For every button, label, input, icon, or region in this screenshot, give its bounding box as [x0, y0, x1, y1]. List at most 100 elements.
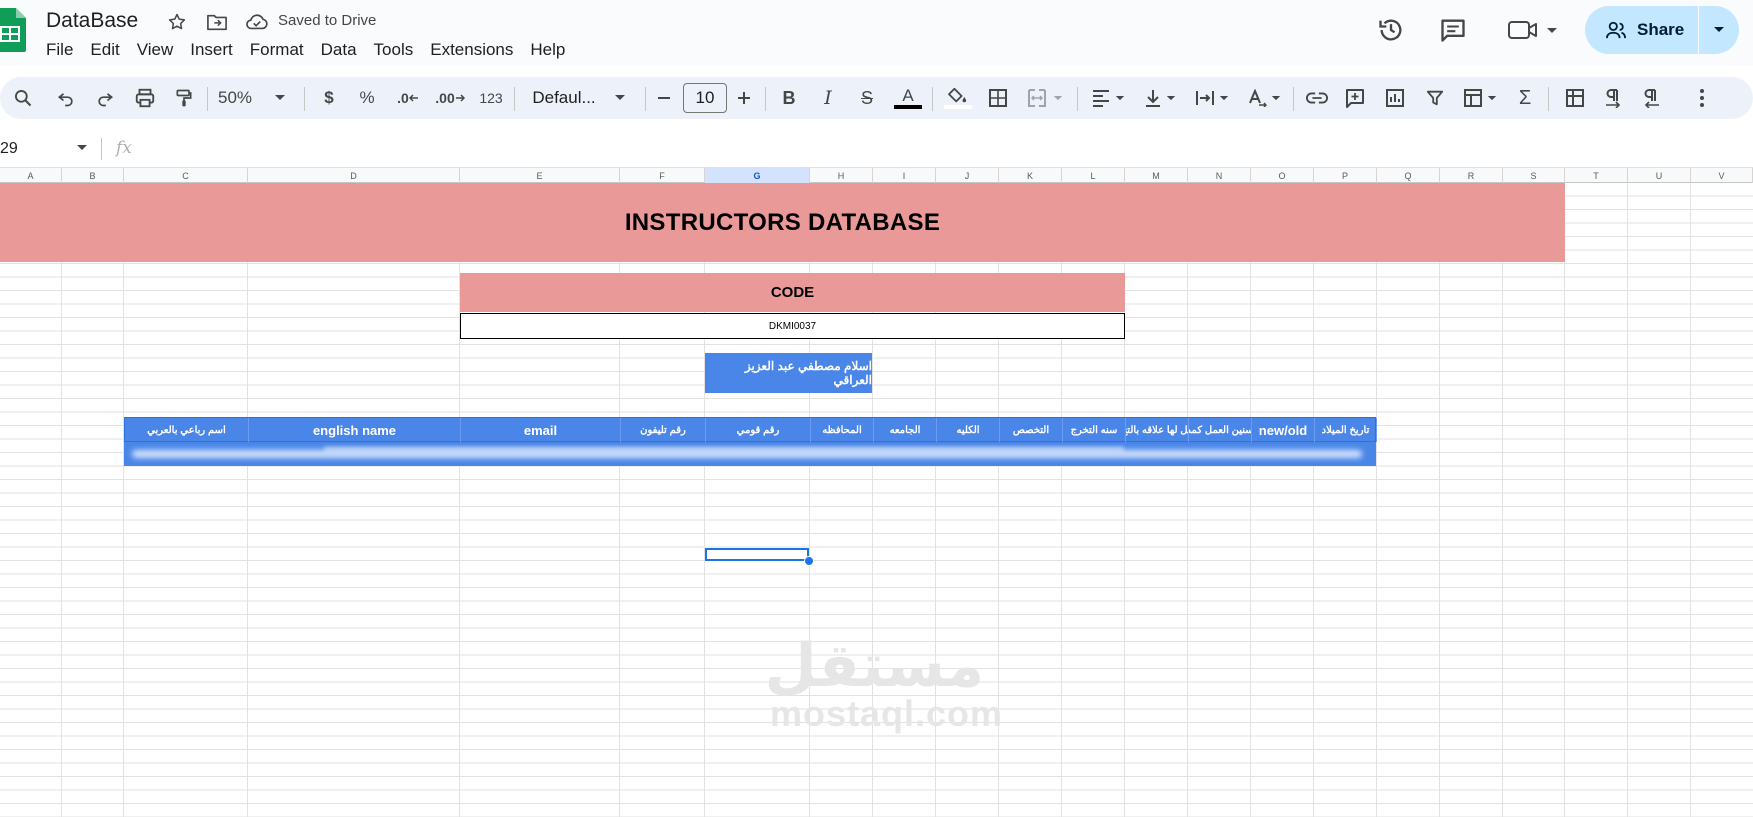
filter-icon[interactable]: [1420, 77, 1450, 119]
chevron-down-icon[interactable]: [76, 144, 88, 152]
column-header-f[interactable]: F: [620, 168, 705, 183]
selected-cell[interactable]: [705, 548, 809, 561]
menu-insert[interactable]: Insert: [190, 38, 242, 62]
title-banner[interactable]: INSTRUCTORS DATABASE: [0, 183, 1565, 262]
freeze-icon[interactable]: [1560, 77, 1590, 119]
decrease-decimal-button[interactable]: .0: [392, 77, 424, 119]
menu-edit[interactable]: Edit: [90, 38, 128, 62]
menu-view[interactable]: View: [137, 38, 183, 62]
column-header-b[interactable]: B: [62, 168, 124, 183]
decrease-font-size-icon[interactable]: [651, 77, 677, 119]
share-button[interactable]: Share: [1585, 6, 1739, 54]
print-icon[interactable]: [130, 77, 160, 119]
column-header-c[interactable]: C: [124, 168, 248, 183]
cloud-saved-icon[interactable]: [245, 10, 269, 34]
column-header-j[interactable]: J: [936, 168, 999, 183]
name-box[interactable]: 29: [0, 140, 18, 158]
column-header-a[interactable]: A: [0, 168, 62, 183]
code-header-cell[interactable]: CODE: [460, 273, 1125, 312]
menu-help[interactable]: Help: [530, 38, 574, 62]
undo-icon[interactable]: [52, 77, 80, 119]
column-header-v[interactable]: V: [1691, 168, 1753, 183]
column-header-p[interactable]: P: [1314, 168, 1377, 183]
instructor-name-cell[interactable]: اسلام مصطفي عبد العزيز العراقي: [705, 353, 872, 393]
menu-extensions[interactable]: Extensions: [430, 38, 522, 62]
table-header-cell[interactable]: new/old: [1252, 418, 1315, 442]
table-header-cell[interactable]: الكليه: [937, 418, 1000, 442]
insert-comment-icon[interactable]: [1340, 77, 1370, 119]
insert-link-icon[interactable]: [1302, 77, 1332, 119]
bold-button[interactable]: B: [775, 77, 803, 119]
fill-color-button[interactable]: [942, 77, 974, 119]
vertical-align-icon[interactable]: [1138, 77, 1182, 119]
column-header-l[interactable]: L: [1062, 168, 1125, 183]
column-header-t[interactable]: T: [1565, 168, 1628, 183]
table-header-cell[interactable]: اسم رباعي بالعربي: [125, 418, 249, 442]
table-header-cell[interactable]: رقم قومي: [706, 418, 811, 442]
rtl-paragraph-icon[interactable]: [1637, 77, 1667, 119]
text-color-button[interactable]: A: [892, 77, 924, 119]
column-header-i[interactable]: I: [873, 168, 936, 183]
more-formats-button[interactable]: 123: [474, 77, 508, 119]
text-rotation-icon[interactable]: [1242, 77, 1286, 119]
borders-icon[interactable]: [983, 77, 1013, 119]
font-size-input[interactable]: 10: [683, 83, 727, 113]
table-header-cell[interactable]: email: [461, 418, 621, 442]
menu-tools[interactable]: Tools: [374, 38, 423, 62]
column-header-o[interactable]: O: [1251, 168, 1314, 183]
strikethrough-button[interactable]: S: [853, 77, 881, 119]
comments-icon[interactable]: [1437, 14, 1469, 46]
menu-data[interactable]: Data: [321, 38, 366, 62]
functions-button[interactable]: Σ: [1510, 77, 1540, 119]
font-family-select[interactable]: Defaul...: [525, 77, 633, 119]
menu-format[interactable]: Format: [250, 38, 313, 62]
table-header-cell[interactable]: english name: [249, 418, 461, 442]
column-header-d[interactable]: D: [248, 168, 460, 183]
redo-icon[interactable]: [91, 77, 119, 119]
star-icon[interactable]: [165, 10, 189, 34]
share-dropdown[interactable]: [1699, 6, 1739, 54]
column-header-r[interactable]: R: [1440, 168, 1503, 183]
table-header-cell[interactable]: سنين العمل كمد: [1189, 418, 1252, 442]
merge-cells-icon[interactable]: [1022, 77, 1068, 119]
column-header-q[interactable]: Q: [1377, 168, 1440, 183]
table-header-cell[interactable]: تاريخ الميلاد: [1315, 418, 1377, 442]
horizontal-align-icon[interactable]: [1086, 77, 1130, 119]
column-header-m[interactable]: M: [1125, 168, 1188, 183]
column-header-k[interactable]: K: [999, 168, 1062, 183]
table-row-redacted[interactable]: [124, 442, 1376, 466]
more-options-icon[interactable]: [1688, 77, 1716, 119]
column-header-h[interactable]: H: [810, 168, 873, 183]
percent-format-button[interactable]: %: [352, 77, 382, 119]
table-header-cell[interactable]: هل لها علاقه بالتخ: [1126, 418, 1189, 442]
document-title[interactable]: DataBase: [46, 9, 138, 33]
table-header-cell[interactable]: المحافظه: [811, 418, 874, 442]
meet-video-icon[interactable]: [1505, 14, 1561, 46]
column-header-n[interactable]: N: [1188, 168, 1251, 183]
currency-format-button[interactable]: $: [314, 77, 344, 119]
sheet-grid[interactable]: INSTRUCTORS DATABASE CODE DKMI0037 اسلام…: [0, 183, 1753, 817]
version-history-icon[interactable]: [1375, 14, 1407, 46]
table-header-cell[interactable]: الجامعه: [874, 418, 937, 442]
paint-format-icon[interactable]: [170, 77, 198, 119]
ltr-paragraph-icon[interactable]: [1598, 77, 1628, 119]
move-folder-icon[interactable]: [205, 10, 229, 34]
increase-font-size-icon[interactable]: [731, 77, 757, 119]
table-header-cell[interactable]: سنه التخرج: [1063, 418, 1126, 442]
column-header-s[interactable]: S: [1503, 168, 1565, 183]
filter-views-icon[interactable]: [1458, 77, 1502, 119]
column-header-u[interactable]: U: [1628, 168, 1691, 183]
italic-button[interactable]: I: [814, 77, 842, 119]
code-value-cell[interactable]: DKMI0037: [460, 313, 1125, 339]
share-main-button[interactable]: Share: [1585, 6, 1698, 54]
search-menus-icon[interactable]: [8, 77, 38, 119]
column-header-g[interactable]: G: [705, 168, 810, 183]
fill-handle[interactable]: [804, 556, 814, 566]
table-header-cell[interactable]: رقم تليفون: [621, 418, 706, 442]
menu-file[interactable]: File: [46, 38, 82, 62]
column-header-e[interactable]: E: [460, 168, 620, 183]
insert-chart-icon[interactable]: [1380, 77, 1410, 119]
increase-decimal-button[interactable]: .00: [432, 77, 468, 119]
sheets-logo-icon[interactable]: [0, 8, 26, 52]
text-wrapping-icon[interactable]: [1190, 77, 1234, 119]
